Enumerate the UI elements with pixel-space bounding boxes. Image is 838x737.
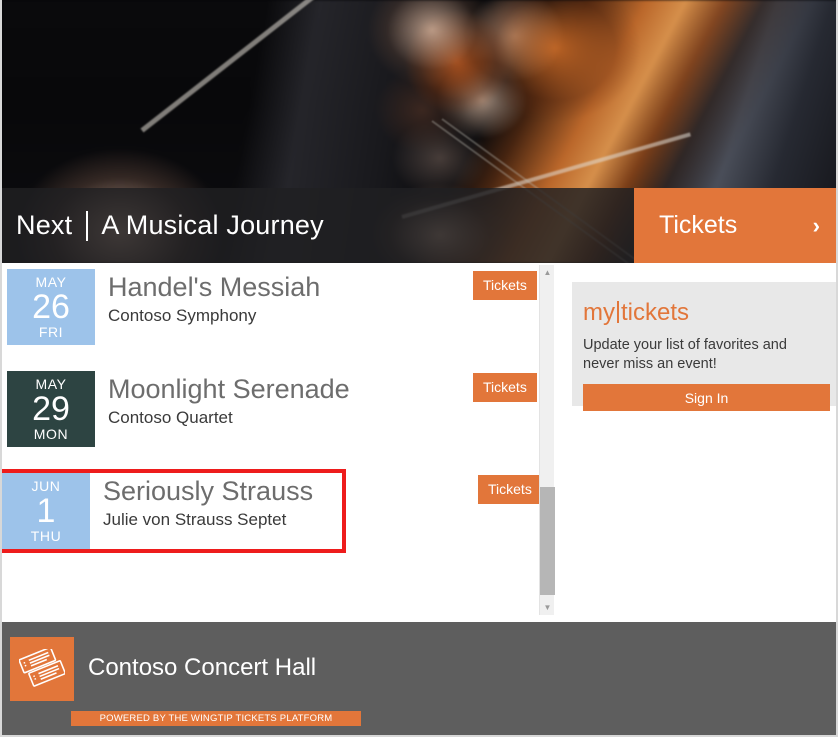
venue-name: Contoso Concert Hall: [88, 654, 317, 681]
event-title[interactable]: Handel's Messiah: [108, 272, 320, 302]
event-info: Seriously Strauss Julie von Strauss Sept…: [90, 473, 313, 530]
hero-tickets-button[interactable]: Tickets ›: [634, 188, 836, 263]
my-tickets-description: Update your list of favorites and never …: [583, 336, 822, 374]
venue-logo: [10, 637, 74, 701]
date-tile-month: MAY: [35, 274, 67, 290]
my-tickets-logo-my: my: [583, 299, 615, 326]
event-performer: Contoso Symphony: [108, 306, 257, 326]
events-scroll-content: TUE MAY 26 FRI Handel's Messiah Contoso …: [2, 263, 542, 575]
hero-tickets-label: Tickets: [659, 211, 738, 239]
my-tickets-panel: my tickets Update your list of favorites…: [572, 282, 836, 412]
app-window: Next A Musical Journey Tickets › TUE: [0, 0, 838, 737]
event-title[interactable]: Seriously Strauss: [103, 476, 313, 506]
scroll-up-icon[interactable]: ▲: [540, 265, 555, 280]
scroll-down-icon[interactable]: ▼: [540, 600, 555, 615]
date-tile-day: 1: [36, 492, 56, 530]
date-tile: MAY 29 MON: [7, 371, 95, 447]
scrollbar-thumb[interactable]: [540, 487, 555, 595]
events-scrollbar[interactable]: ▲ ▼: [539, 265, 555, 615]
event-performer: Julie von Strauss Septet: [103, 510, 287, 530]
tickets-icon: [19, 649, 65, 687]
my-tickets-logo: my tickets: [583, 298, 822, 327]
my-tickets-logo-tickets: tickets: [621, 299, 690, 326]
event-title[interactable]: Moonlight Serenade: [108, 374, 350, 404]
date-tile-day: 29: [32, 390, 70, 428]
event-info: Moonlight Serenade Contoso Quartet: [95, 371, 350, 428]
date-tile-day: 26: [32, 288, 70, 326]
date-tile-dow: MON: [33, 426, 69, 442]
main-content: TUE MAY 26 FRI Handel's Messiah Contoso …: [2, 263, 836, 622]
description-line-1: Update your list of favorites and: [583, 337, 787, 353]
next-event-name: A Musical Journey: [101, 210, 324, 240]
list-item-highlighted[interactable]: JUN 1 THU Seriously Strauss Julie von St…: [2, 469, 542, 553]
hero-banner: Next A Musical Journey Tickets ›: [2, 0, 836, 263]
date-tile: JUN 1 THU: [2, 473, 90, 549]
event-performer: Contoso Quartet: [108, 408, 233, 428]
next-label: Next: [16, 210, 73, 240]
row-tickets-button[interactable]: Tickets: [478, 475, 542, 504]
divider: [86, 210, 89, 241]
chevron-right-icon: ›: [812, 212, 820, 238]
event-info: Handel's Messiah Contoso Symphony: [95, 269, 320, 326]
events-list: TUE MAY 26 FRI Handel's Messiah Contoso …: [2, 263, 554, 622]
date-tile-dow: THU: [30, 528, 62, 544]
powered-by-badge: POWERED BY THE WINGTIP TICKETS PLATFORM: [71, 711, 361, 726]
sign-in-button[interactable]: Sign In: [583, 384, 830, 412]
row-tickets-button[interactable]: Tickets: [473, 373, 537, 402]
date-tile: MAY 26 FRI: [7, 269, 95, 345]
date-tile-month: MAY: [35, 376, 67, 392]
description-line-2: never miss an event!: [583, 356, 717, 373]
date-tile-dow: FRI: [38, 324, 64, 340]
row-tickets-button[interactable]: Tickets: [473, 271, 537, 300]
date-tile-month: JUN: [31, 478, 61, 494]
logo-divider-icon: [617, 301, 619, 323]
list-item[interactable]: MAY 26 FRI Handel's Messiah Contoso Symp…: [2, 269, 539, 345]
list-item[interactable]: MAY 29 MON Moonlight Serenade Contoso Qu…: [2, 371, 539, 447]
next-event-text: Next A Musical Journey: [16, 210, 324, 241]
